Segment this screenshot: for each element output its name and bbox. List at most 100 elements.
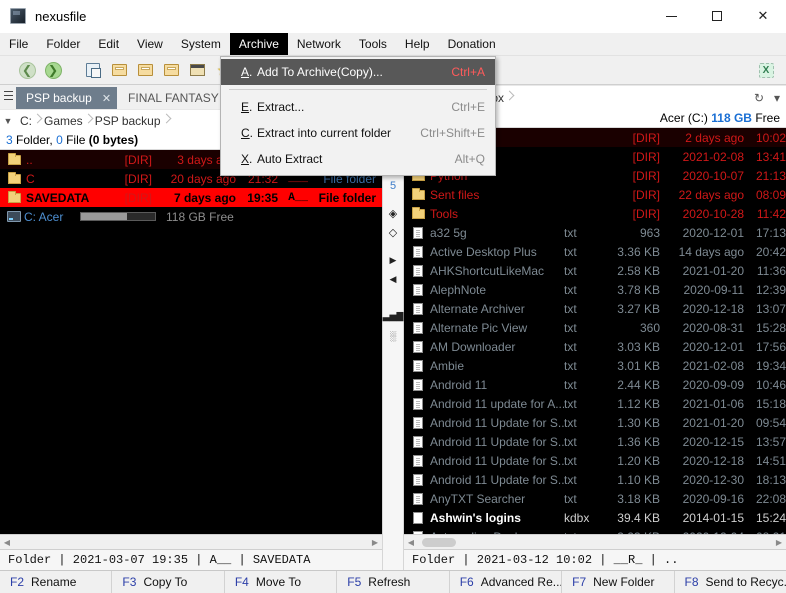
menu-item-add-to-archive[interactable]: A. Add To Archive(Copy)... Ctrl+A (221, 59, 495, 85)
table-row[interactable]: Sent files [DIR] 22 days ago 08:09 (404, 185, 786, 204)
table-row[interactable]: Alternate Archiver txt 3.27 KB 2020-12-18 13… (404, 299, 786, 318)
file-date: 2020-09-09 (682, 377, 744, 392)
bar-chart-icon[interactable]: ▃▅▇ (383, 307, 404, 326)
fnkey-f4-move-to[interactable]: F4 Move To (225, 571, 338, 593)
menu-help-label: Help (404, 37, 430, 51)
table-row[interactable]: Alternate Pic View txt 360 2020-08-31 15:28 (404, 318, 786, 337)
breadcrumb-caret-icon[interactable]: ▼ (0, 116, 16, 126)
file-date: 2 days ago (685, 130, 744, 145)
scroll-left-icon[interactable]: ◀ (404, 538, 418, 547)
extract-button[interactable] (159, 58, 183, 82)
menu-edit[interactable]: Edit (89, 33, 128, 55)
play-left-icon[interactable]: ◀ (390, 270, 397, 289)
table-row[interactable]: Astounding Docktxt3.23 KB2020-12-0408:21 (404, 527, 786, 534)
table-row[interactable]: Ambie txt 3.01 KB 2021-02-08 19:34 (404, 356, 786, 375)
folder-icon (408, 206, 428, 219)
left-scroll-track[interactable] (14, 535, 368, 550)
tab-final-fantasy[interactable]: FINAL FANTASY (118, 87, 229, 109)
table-row[interactable]: AM Downloader txt 3.03 KB 2020-12-01 17:56 (404, 337, 786, 356)
table-row[interactable]: a32 5g txt 963 2020-12-01 17:13 (404, 223, 786, 242)
close-button[interactable]: ✕ (740, 0, 786, 33)
back-button[interactable]: ❮ (15, 58, 39, 82)
filmstrip-button[interactable] (185, 58, 209, 82)
right-horizontal-scrollbar[interactable]: ◀ ▶ (404, 534, 786, 549)
tab-psp-backup[interactable]: PSP backup ✕ (16, 87, 118, 109)
scroll-right-icon[interactable]: ▶ (368, 538, 382, 547)
menu-archive[interactable]: Archive (229, 33, 288, 55)
menu-archive-label: Archive (238, 37, 279, 51)
fnkey-f2-rename[interactable]: F2 Rename (0, 571, 113, 593)
table-row[interactable]: Active Desktop Plus txt 3.36 KB 14 days ago… (404, 242, 786, 261)
table-row[interactable]: SAVEDATA [DIR] 7 days ago 19:35 A__ File… (0, 188, 382, 207)
left-file-list[interactable]: .. [DIR] 3 days ago 12:41 ___ C [DIR] 20… (0, 150, 382, 534)
scroll-left-icon[interactable]: ◀ (0, 538, 14, 547)
breadcrumb-item-c[interactable]: C: (16, 110, 40, 132)
menu-donation[interactable]: Donation (439, 33, 505, 55)
tab-close-icon[interactable]: ✕ (102, 92, 111, 105)
grid-dots-icon[interactable]: ░ (390, 326, 396, 345)
maximize-button[interactable] (694, 0, 740, 33)
table-row[interactable]: Android 11 update for A... txt 1.12 KB 2021… (404, 394, 786, 413)
file-ext: txt (564, 377, 577, 392)
diamond-filled-icon[interactable]: ◈ (389, 204, 397, 223)
chevron-down-icon[interactable]: ▾ (768, 91, 786, 105)
file-time: 12:39 (755, 282, 786, 297)
menu-item-mnemonic: X. (241, 152, 253, 166)
minimize-button[interactable] (648, 0, 694, 33)
menu-tools[interactable]: Tools (350, 33, 396, 55)
file-icon (408, 492, 428, 505)
diamond-outline-icon[interactable]: ◇ (389, 223, 397, 242)
left-horizontal-scrollbar[interactable]: ◀ ▶ (0, 534, 382, 549)
copy-document-button[interactable] (81, 58, 105, 82)
table-row[interactable]: Android 11 Update for S... txt 1.36 KB 2020… (404, 432, 786, 451)
fnkey-f5-refresh[interactable]: F5 Refresh (337, 571, 450, 593)
menu-item-mnemonic: C. (241, 126, 254, 140)
menu-item-extract[interactable]: E. Extract... Ctrl+E (221, 94, 495, 120)
file-icon (408, 226, 428, 239)
file-date: 14 days ago (678, 244, 744, 259)
file-icon (408, 302, 428, 315)
menu-file[interactable]: File (0, 33, 37, 55)
drive-summary-row[interactable]: C: Acer 118 GB Free (0, 207, 382, 226)
breadcrumb-item-psp-backup[interactable]: PSP backup (91, 110, 169, 132)
table-row[interactable]: Android 11 Update for S... txt 1.30 KB 2021… (404, 413, 786, 432)
forward-button[interactable]: ❯ (41, 58, 65, 82)
menu-system[interactable]: System (172, 33, 230, 55)
table-row[interactable]: Tools [DIR] 2020-10-28 11:42 (404, 204, 786, 223)
menu-item-auto-extract[interactable]: X. Auto Extract Alt+Q (221, 146, 495, 172)
left-status-bar: Folder | 2021-03-07 19:35 | A__ | SAVEDA… (0, 549, 382, 570)
table-row[interactable]: AnyTXT Searcher txt 3.18 KB 2020-09-16 22:08 (404, 489, 786, 508)
breadcrumb-item-games[interactable]: Games (40, 110, 91, 132)
play-right-icon[interactable]: ▶ (390, 251, 397, 270)
right-scroll-track[interactable] (418, 535, 772, 550)
right-file-list[interactable]: ..[DIR]2 days ago10:02DCIM[DIR]2021-02-0… (404, 128, 786, 534)
menu-help[interactable]: Help (396, 33, 439, 55)
menu-item-label: Auto Extract (257, 152, 323, 166)
file-icon (408, 473, 428, 486)
archive-locked-button[interactable] (133, 58, 157, 82)
right-scroll-thumb[interactable] (422, 537, 456, 547)
fnkey-f7-new-folder[interactable]: F7 New Folder (562, 571, 675, 593)
scroll-right-icon[interactable]: ▶ (772, 538, 786, 547)
menu-view[interactable]: View (128, 33, 172, 55)
table-row[interactable]: AlephNote txt 3.78 KB 2020-09-11 12:39 (404, 280, 786, 299)
menu-separator (229, 89, 487, 90)
table-row[interactable]: AHKShortcutLikeMac txt 2.58 KB 2021-01-20 11… (404, 261, 786, 280)
excel-button[interactable]: X (754, 58, 778, 82)
table-row[interactable]: Android 11 txt 2.44 KB 2020-09-09 10:46 (404, 375, 786, 394)
table-row[interactable]: Ashwin's logins kdbx 39.4 KB 2014-01-15 15:2… (404, 508, 786, 527)
divider-number-5[interactable]: 5 (390, 178, 396, 195)
menu-folder[interactable]: Folder (37, 33, 89, 55)
menu-item-extract-into-current-folder[interactable]: C. Extract into current folder Ctrl+Shif… (221, 120, 495, 146)
file-ext: txt (564, 263, 577, 278)
refresh-icon[interactable]: ↻ (750, 91, 768, 105)
file-time: 20:42 (755, 244, 786, 259)
fnkey-f3-copy-to[interactable]: F3 Copy To (112, 571, 225, 593)
tab-menu-icon[interactable] (0, 85, 16, 109)
menu-network[interactable]: Network (288, 33, 350, 55)
archive-button[interactable] (107, 58, 131, 82)
table-row[interactable]: Android 11 Update for S... txt 1.20 KB 2020… (404, 451, 786, 470)
fnkey-f8-send-to-recycle[interactable]: F8 Send to Recyc... (675, 571, 786, 593)
fnkey-f6-advanced-rename[interactable]: F6 Advanced Re... (450, 571, 563, 593)
table-row[interactable]: Android 11 Update for S... txt 1.10 KB 2020… (404, 470, 786, 489)
